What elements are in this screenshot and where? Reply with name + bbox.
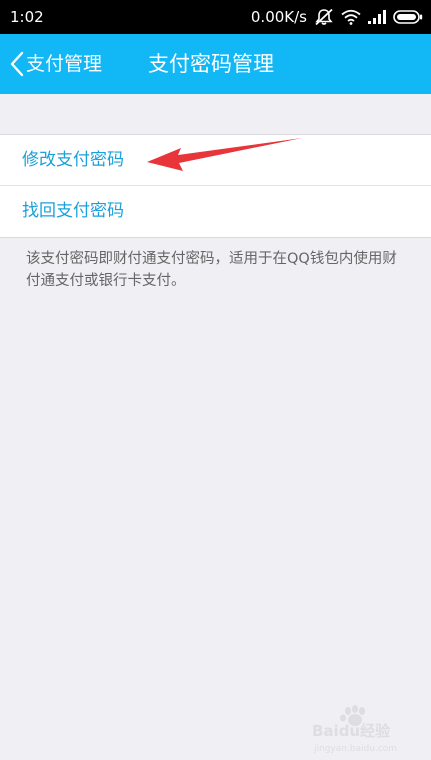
page-title: 支付密码管理 <box>148 52 274 76</box>
change-payment-password-item[interactable]: 修改支付密码 <box>0 135 431 186</box>
change-payment-password-label: 修改支付密码 <box>22 150 124 170</box>
back-chevron-icon <box>10 51 24 77</box>
watermark: Baidu经验 jingyan.baidu.com <box>312 705 397 754</box>
back-button[interactable]: 支付管理 <box>10 47 102 81</box>
status-bar: 1:02 0.00K/s <box>0 0 431 34</box>
watermark-domain: jingyan.baidu.com <box>313 744 397 754</box>
paw-logo-icon <box>340 705 365 726</box>
annotation-arrow <box>147 138 302 171</box>
back-label: 支付管理 <box>26 53 103 75</box>
network-speed: 0.00K/s <box>250 8 307 26</box>
password-note: 该支付密码即财付通支付密码，适用于在QQ钱包内使用财付通支付或银行卡支付。 <box>26 251 397 289</box>
watermark-text: Baidu经验 <box>312 722 391 740</box>
navigation-bar: 支付管理 支付密码管理 <box>0 34 431 94</box>
retrieve-payment-password-item[interactable]: 找回支付密码 <box>0 186 431 237</box>
status-time: 1:02 <box>10 8 44 26</box>
battery-icon <box>393 10 423 24</box>
signal-icon <box>368 10 386 24</box>
password-options-list: 修改支付密码 找回支付密码 <box>0 134 431 238</box>
retrieve-payment-password-label: 找回支付密码 <box>22 201 124 221</box>
mute-icon <box>315 8 333 26</box>
status-icons: 0.00K/s <box>251 6 423 28</box>
wifi-icon <box>341 9 361 25</box>
